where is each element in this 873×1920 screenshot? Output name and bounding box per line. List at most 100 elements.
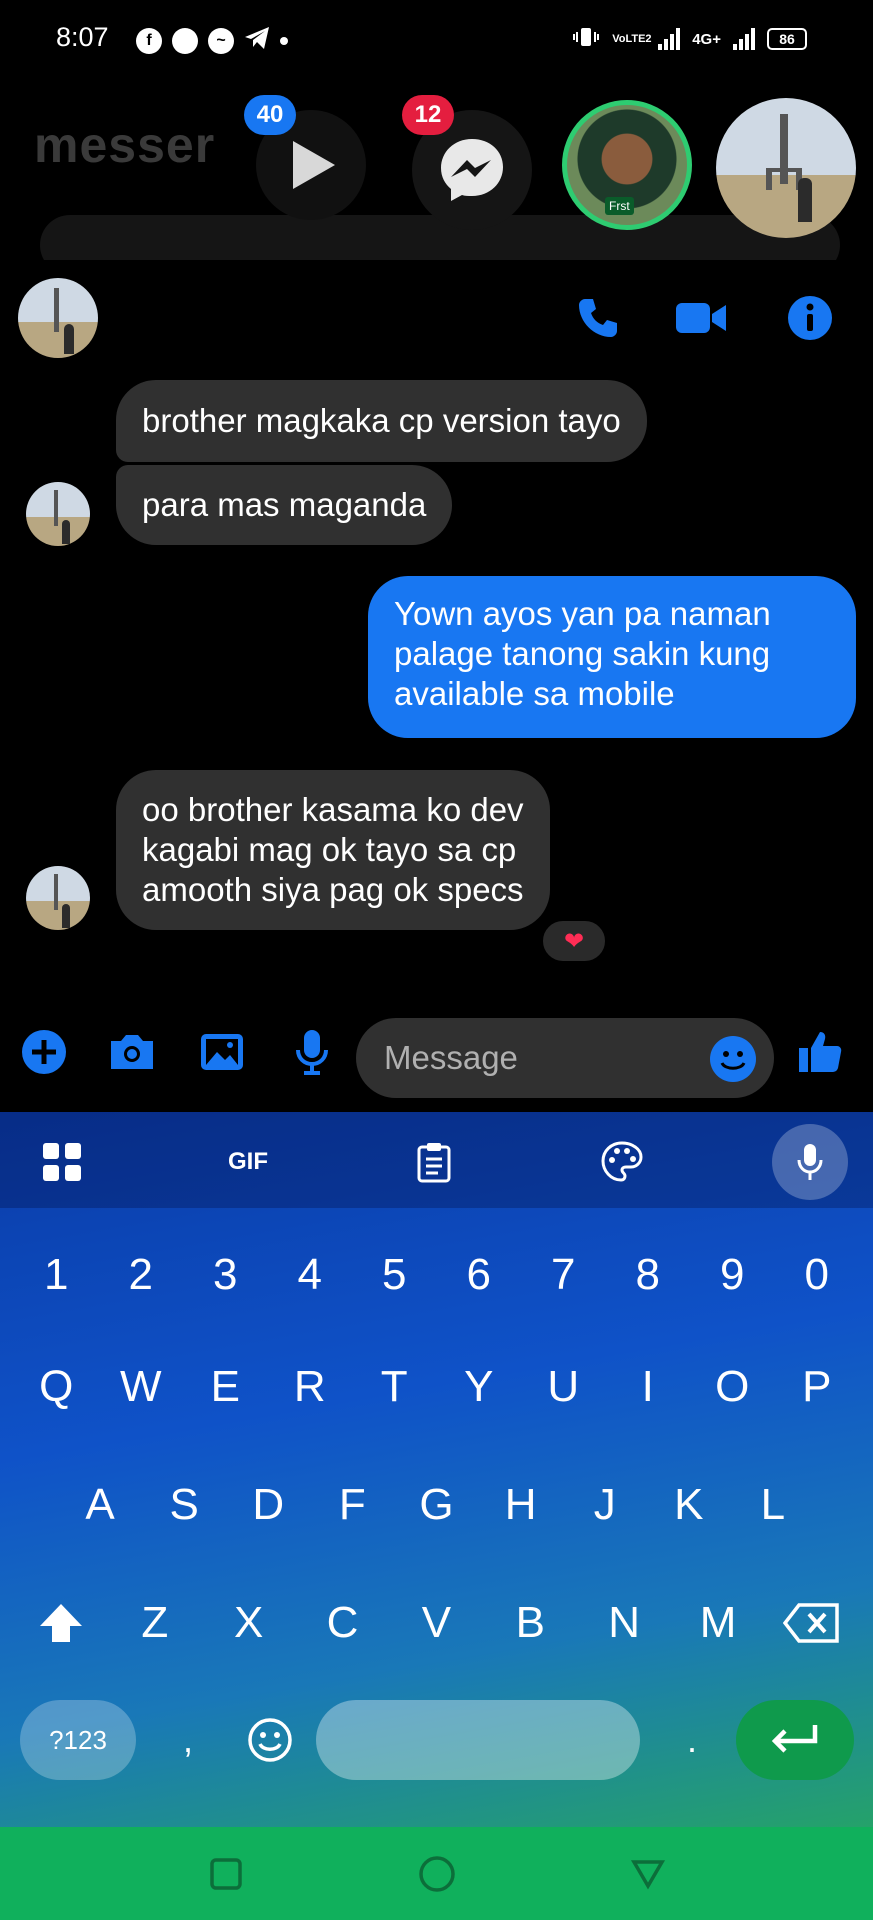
key-i[interactable]: I — [613, 1342, 683, 1432]
message-incoming[interactable]: brother magkaka cp version tayo — [116, 380, 647, 462]
clipboard-button[interactable] — [404, 1132, 464, 1192]
theme-button[interactable] — [592, 1132, 652, 1192]
key-l[interactable]: L — [738, 1460, 808, 1550]
key-5[interactable]: 5 — [359, 1230, 429, 1320]
message-outgoing[interactable]: Yown ayos yan pa naman palage tanong sak… — [368, 576, 856, 738]
key-r[interactable]: R — [275, 1342, 345, 1432]
dot-icon — [280, 36, 288, 45]
enter-key[interactable] — [736, 1700, 854, 1780]
chat-head-profile[interactable]: Frst — [562, 100, 692, 230]
chat-head-contact[interactable] — [716, 98, 856, 238]
apps-grid-button[interactable] — [32, 1132, 92, 1192]
camera-icon — [111, 1035, 153, 1069]
plus-button[interactable] — [16, 1024, 72, 1080]
keyboard-toolbar: GIF — [0, 1112, 873, 1208]
telegram-icon — [244, 26, 270, 55]
key-s[interactable]: S — [149, 1460, 219, 1550]
key-o[interactable]: O — [697, 1342, 767, 1432]
message-incoming[interactable]: oo brother kasama ko dev kagabi mag ok t… — [116, 770, 550, 930]
unread-badge: 40 — [244, 95, 296, 135]
chat-icon — [172, 27, 198, 54]
home-button[interactable] — [407, 1844, 467, 1904]
phone-icon — [579, 299, 617, 337]
avatar[interactable] — [26, 866, 90, 930]
gallery-button[interactable] — [194, 1024, 250, 1080]
key-7[interactable]: 7 — [528, 1230, 598, 1320]
key-g[interactable]: G — [401, 1460, 471, 1550]
key-e[interactable]: E — [190, 1342, 260, 1432]
key-j[interactable]: J — [570, 1460, 640, 1550]
key-b[interactable]: B — [495, 1578, 565, 1668]
key-q[interactable]: Q — [21, 1342, 91, 1432]
video-call-button[interactable] — [673, 290, 729, 346]
asdf-row: A S D F G H J K L — [0, 1460, 873, 1550]
key-8[interactable]: 8 — [613, 1230, 683, 1320]
facebook-icon: f — [136, 27, 162, 54]
video-icon — [676, 303, 726, 333]
key-1[interactable]: 1 — [21, 1230, 91, 1320]
key-w[interactable]: W — [106, 1342, 176, 1432]
camera-button[interactable] — [104, 1024, 160, 1080]
key-9[interactable]: 9 — [697, 1230, 767, 1320]
recents-button[interactable] — [196, 1844, 256, 1904]
network-label: 4G+ — [692, 30, 721, 48]
key-u[interactable]: U — [528, 1342, 598, 1432]
shift-key[interactable] — [26, 1578, 96, 1668]
key-3[interactable]: 3 — [190, 1230, 260, 1320]
like-button[interactable] — [792, 1024, 848, 1080]
key-y[interactable]: Y — [444, 1342, 514, 1432]
voice-input-button[interactable] — [772, 1124, 848, 1200]
call-button[interactable] — [570, 290, 626, 346]
key-k[interactable]: K — [654, 1460, 724, 1550]
volte-label: VoLTE2 — [612, 32, 652, 45]
voice-button[interactable] — [284, 1024, 340, 1080]
square-icon — [209, 1857, 242, 1890]
profile-tag: Frst — [605, 197, 634, 215]
background-search-bar — [40, 215, 840, 260]
info-icon — [788, 296, 832, 340]
key-a[interactable]: A — [65, 1460, 135, 1550]
grid-icon — [43, 1143, 81, 1181]
key-v[interactable]: V — [401, 1578, 471, 1668]
back-button[interactable] — [618, 1844, 678, 1904]
heart-reaction-icon[interactable]: ❤ — [540, 918, 608, 964]
key-p[interactable]: P — [782, 1342, 852, 1432]
emoji-key[interactable] — [240, 1710, 300, 1770]
emoji-button[interactable] — [710, 1036, 756, 1082]
key-6[interactable]: 6 — [444, 1230, 514, 1320]
messenger-icon: ~ — [208, 27, 234, 54]
unread-badge: 12 — [402, 95, 454, 135]
key-d[interactable]: D — [233, 1460, 303, 1550]
key-n[interactable]: N — [589, 1578, 659, 1668]
key-c[interactable]: C — [308, 1578, 378, 1668]
message-text: para mas maganda — [142, 486, 427, 523]
mic-icon — [797, 1144, 823, 1180]
number-row: 1 2 3 4 5 6 7 8 9 0 — [0, 1230, 873, 1320]
triangle-icon — [630, 1859, 665, 1889]
key-z[interactable]: Z — [120, 1578, 190, 1668]
message-incoming[interactable]: para mas maganda — [116, 465, 453, 545]
space-key[interactable] — [316, 1700, 640, 1780]
backspace-key[interactable] — [777, 1578, 847, 1668]
key-f[interactable]: F — [317, 1460, 387, 1550]
avatar[interactable] — [26, 482, 90, 546]
mic-icon — [296, 1030, 328, 1075]
comma-key[interactable]: , — [168, 1710, 208, 1770]
key-t[interactable]: T — [359, 1342, 429, 1432]
gif-button[interactable]: GIF — [218, 1132, 278, 1192]
key-x[interactable]: X — [214, 1578, 284, 1668]
battery-icon: 86 — [767, 28, 807, 50]
symbols-key[interactable]: ?123 — [20, 1700, 136, 1780]
key-h[interactable]: H — [486, 1460, 556, 1550]
key-4[interactable]: 4 — [275, 1230, 345, 1320]
key-0[interactable]: 0 — [782, 1230, 852, 1320]
period-key[interactable]: . — [672, 1710, 712, 1770]
avatar[interactable] — [18, 278, 98, 358]
key-m[interactable]: M — [683, 1578, 753, 1668]
key-2[interactable]: 2 — [106, 1230, 176, 1320]
info-button[interactable] — [782, 290, 838, 346]
status-bar: 8:07 f ~ VoLTE2 4G+ 86 — [0, 0, 873, 80]
palette-icon — [601, 1141, 643, 1182]
emoji-icon — [711, 1037, 755, 1081]
message-text: oo brother kasama ko dev kagabi mag ok t… — [142, 791, 524, 908]
